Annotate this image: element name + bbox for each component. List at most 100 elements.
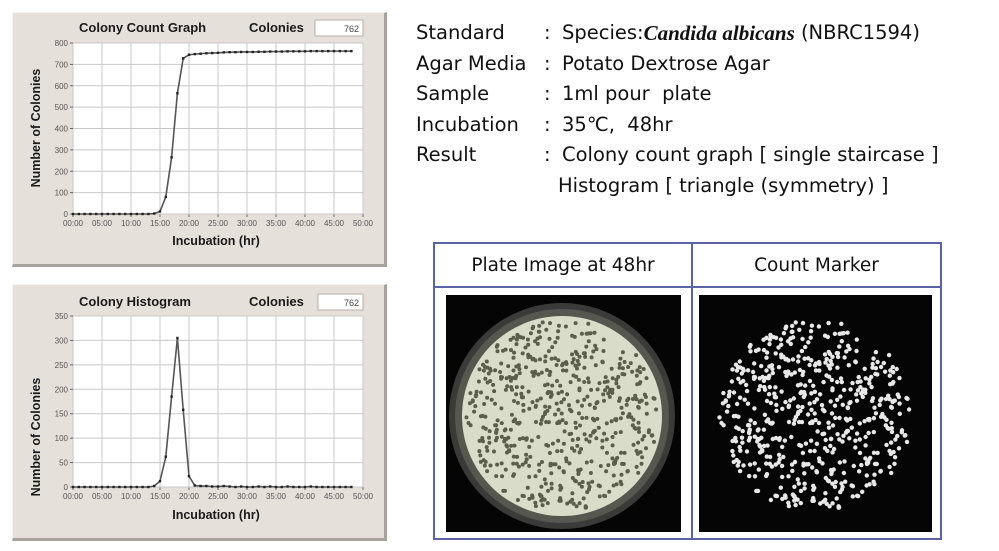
count-marker-dot: [769, 334, 774, 339]
colony: [514, 342, 519, 347]
colony: [574, 374, 579, 379]
colony-count-graph: Colony Count Graph Colonies 762 00:00 05:…: [29, 19, 374, 248]
colony: [499, 461, 504, 466]
count-marker-dot: [790, 357, 796, 362]
hist-data-point: [164, 455, 167, 458]
hist-data-point: [274, 485, 278, 489]
colony: [527, 444, 532, 449]
count-marker-dot: [840, 439, 845, 444]
count-data-point: [83, 212, 86, 216]
colony: [577, 501, 582, 506]
count-marker-dot: [733, 362, 739, 367]
colony: [549, 390, 554, 395]
hist-x-tick-label: 15:00: [150, 492, 171, 501]
hist-data-point: [216, 485, 220, 488]
colony: [644, 376, 649, 381]
count-marker-dot: [826, 420, 831, 425]
count-marker-dot: [806, 462, 811, 467]
count-marker-dot: [869, 374, 874, 380]
colony: [532, 371, 537, 376]
colony: [591, 349, 596, 354]
count-marker-dot: [855, 388, 861, 393]
colony: [634, 353, 639, 358]
colony: [602, 398, 606, 403]
count-marker-dot: [829, 411, 835, 416]
colony: [515, 400, 520, 405]
count-marker-dot: [845, 330, 850, 335]
colony: [527, 474, 532, 479]
histogram-colonies-label: Colonies: [249, 294, 304, 309]
count-marker-dot: [863, 390, 868, 396]
colony: [538, 357, 542, 362]
colony: [549, 481, 554, 486]
hist-data-point: [158, 479, 162, 483]
hist-data-point: [147, 485, 150, 489]
colony: [554, 363, 559, 367]
colony: [610, 435, 615, 439]
count-x-tick-label: 00:00: [63, 219, 84, 228]
colony: [548, 369, 553, 374]
hist-data-point: [344, 485, 347, 489]
colony: [557, 465, 562, 470]
hist-data-point: [106, 485, 109, 489]
colony: [550, 383, 555, 388]
colony: [542, 412, 547, 416]
count-marker-dot: [887, 373, 892, 378]
colony: [556, 438, 561, 443]
colony: [509, 348, 513, 353]
hist-x-tick-label: 50:00: [353, 492, 374, 501]
count-marker-dot: [800, 404, 805, 410]
colony: [482, 402, 487, 406]
histogram-y-axis-label: Number of Colonies: [29, 378, 43, 497]
colony: [619, 405, 624, 410]
colony: [580, 403, 584, 408]
colony: [468, 391, 473, 396]
count-marker-dot: [856, 469, 862, 474]
colony: [582, 397, 587, 402]
count-x-tick-label: 40:00: [295, 219, 316, 228]
colony: [555, 379, 559, 383]
count-data-point: [350, 49, 353, 53]
count-marker-dot: [866, 430, 871, 436]
count-marker-dot: [767, 420, 773, 426]
count-marker-dot: [871, 429, 876, 435]
count-marker-dot: [815, 429, 820, 434]
count-marker-dot: [774, 408, 779, 413]
colony: [493, 423, 498, 428]
hist-data-point: [263, 485, 266, 489]
count-marker-dot: [764, 472, 770, 477]
count-marker-dot: [734, 368, 740, 373]
hist-data-point: [228, 485, 231, 488]
colony: [543, 359, 548, 364]
colony: [577, 450, 582, 455]
count-marker-dot: [848, 387, 853, 392]
count-marker-dot: [857, 450, 863, 456]
species-name: Candida albicans: [643, 21, 795, 45]
plate-photo: [449, 303, 675, 529]
count-marker-dot: [860, 394, 865, 400]
colony: [570, 476, 575, 480]
count-marker-dot: [825, 334, 830, 340]
count-marker-dot: [740, 428, 745, 434]
colony: [640, 455, 645, 460]
hist-data-point: [211, 485, 214, 488]
count-data-point: [257, 50, 260, 53]
colony: [516, 363, 521, 368]
colony: [567, 403, 571, 408]
colony: [536, 372, 541, 377]
colony: [626, 365, 631, 369]
colony: [587, 439, 592, 444]
colony: [547, 336, 552, 341]
count-marker-dot: [776, 365, 782, 370]
count-marker-dot: [752, 406, 757, 411]
colony: [491, 382, 496, 387]
colony: [485, 380, 490, 385]
count-marker-dot: [812, 400, 817, 405]
count-data-point: [118, 212, 121, 216]
count-x-tick-label: 30:00: [237, 219, 258, 228]
count-data-point: [222, 51, 225, 54]
count-data-point: [112, 212, 115, 216]
colony: [544, 420, 549, 424]
count-marker-dot: [764, 335, 769, 340]
colony: [521, 494, 526, 499]
